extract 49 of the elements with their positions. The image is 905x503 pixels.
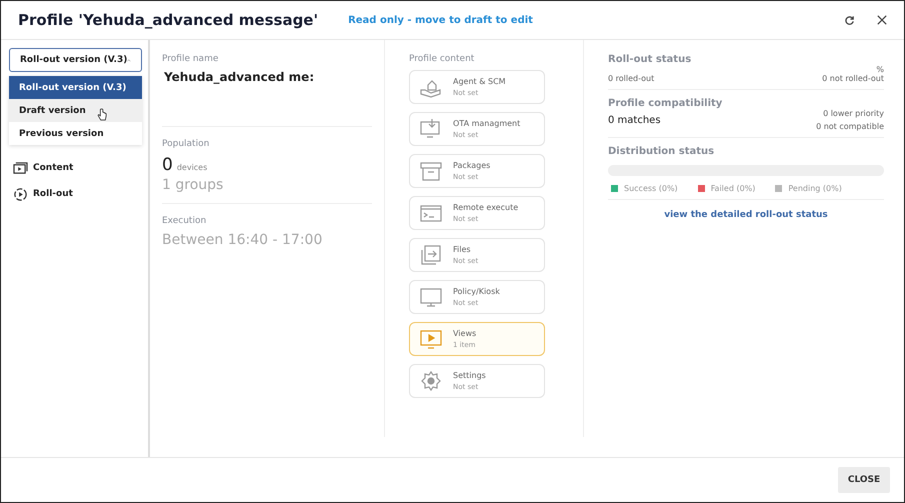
- section-title: Profile content: [409, 54, 476, 64]
- folder-play-icon: [13, 162, 28, 174]
- section-title: Distribution status: [608, 146, 716, 157]
- lower-priority-count: 0 lower priority: [823, 109, 884, 118]
- dropdown-option[interactable]: Draft version: [9, 99, 142, 122]
- monitor-icon: [419, 286, 443, 308]
- hand-cursor-icon: [97, 108, 107, 122]
- card-title: Packages: [453, 161, 490, 170]
- close-button[interactable]: CLOSE: [838, 467, 890, 493]
- field-label: Population: [162, 139, 210, 149]
- section-title: Roll-out status: [608, 54, 692, 65]
- card-title: Agent & SCM: [453, 77, 506, 86]
- card-title: Views: [453, 329, 476, 338]
- device-count: 0: [162, 155, 173, 175]
- legend-label: Failed (0%): [710, 184, 756, 193]
- box-icon: [419, 160, 443, 182]
- nav-item[interactable]: Roll-out: [13, 186, 148, 202]
- section-title: Profile compatibility: [608, 98, 724, 109]
- card-title: Remote execute: [453, 203, 518, 212]
- file-arrow-icon: [419, 244, 443, 266]
- rolled-out-count: 0 rolled-out: [608, 74, 654, 83]
- field-label: Execution: [162, 216, 208, 226]
- version-dropdown[interactable]: Roll-out version (V.3): [9, 48, 142, 72]
- circular-play-icon: [13, 186, 28, 202]
- device-unit: devices: [176, 163, 208, 172]
- group-count: 1 groups: [162, 177, 224, 193]
- read-only-notice: Read only - move to draft to edit: [348, 14, 533, 26]
- match-count: 0 matches: [608, 114, 661, 126]
- field-label: Profile name: [162, 54, 220, 64]
- not-rolled-out-count: 0 not rolled-out: [822, 74, 884, 83]
- close-icon[interactable]: [877, 15, 887, 25]
- dropdown-option[interactable]: Previous version: [9, 122, 142, 145]
- profile-name: Yehuda_advanced me:: [163, 70, 316, 84]
- percent-value: %: [875, 65, 884, 74]
- gear-icon: [419, 370, 443, 392]
- dropdown-option[interactable]: Roll-out version (V.3): [9, 76, 142, 99]
- detailed-status-link[interactable]: view the detailed roll-out status: [664, 210, 828, 220]
- card-title: Files: [453, 245, 472, 254]
- execution-window: Between 16:40 - 17:00: [162, 232, 372, 248]
- monitor-play-icon: [419, 328, 443, 350]
- dialog-title: Profile 'Yehuda_advanced message': [18, 11, 318, 29]
- card-title: Policy/Kiosk: [453, 287, 500, 296]
- legend-label: Pending (0%): [788, 184, 842, 193]
- not-compatible-count: 0 not compatible: [816, 122, 884, 131]
- legend-label: Success (0%): [624, 184, 678, 193]
- nav-item[interactable]: Content: [13, 160, 148, 176]
- refresh-icon[interactable]: [844, 14, 855, 26]
- card-title: OTA managment: [453, 119, 520, 128]
- card-title: Settings: [453, 371, 486, 380]
